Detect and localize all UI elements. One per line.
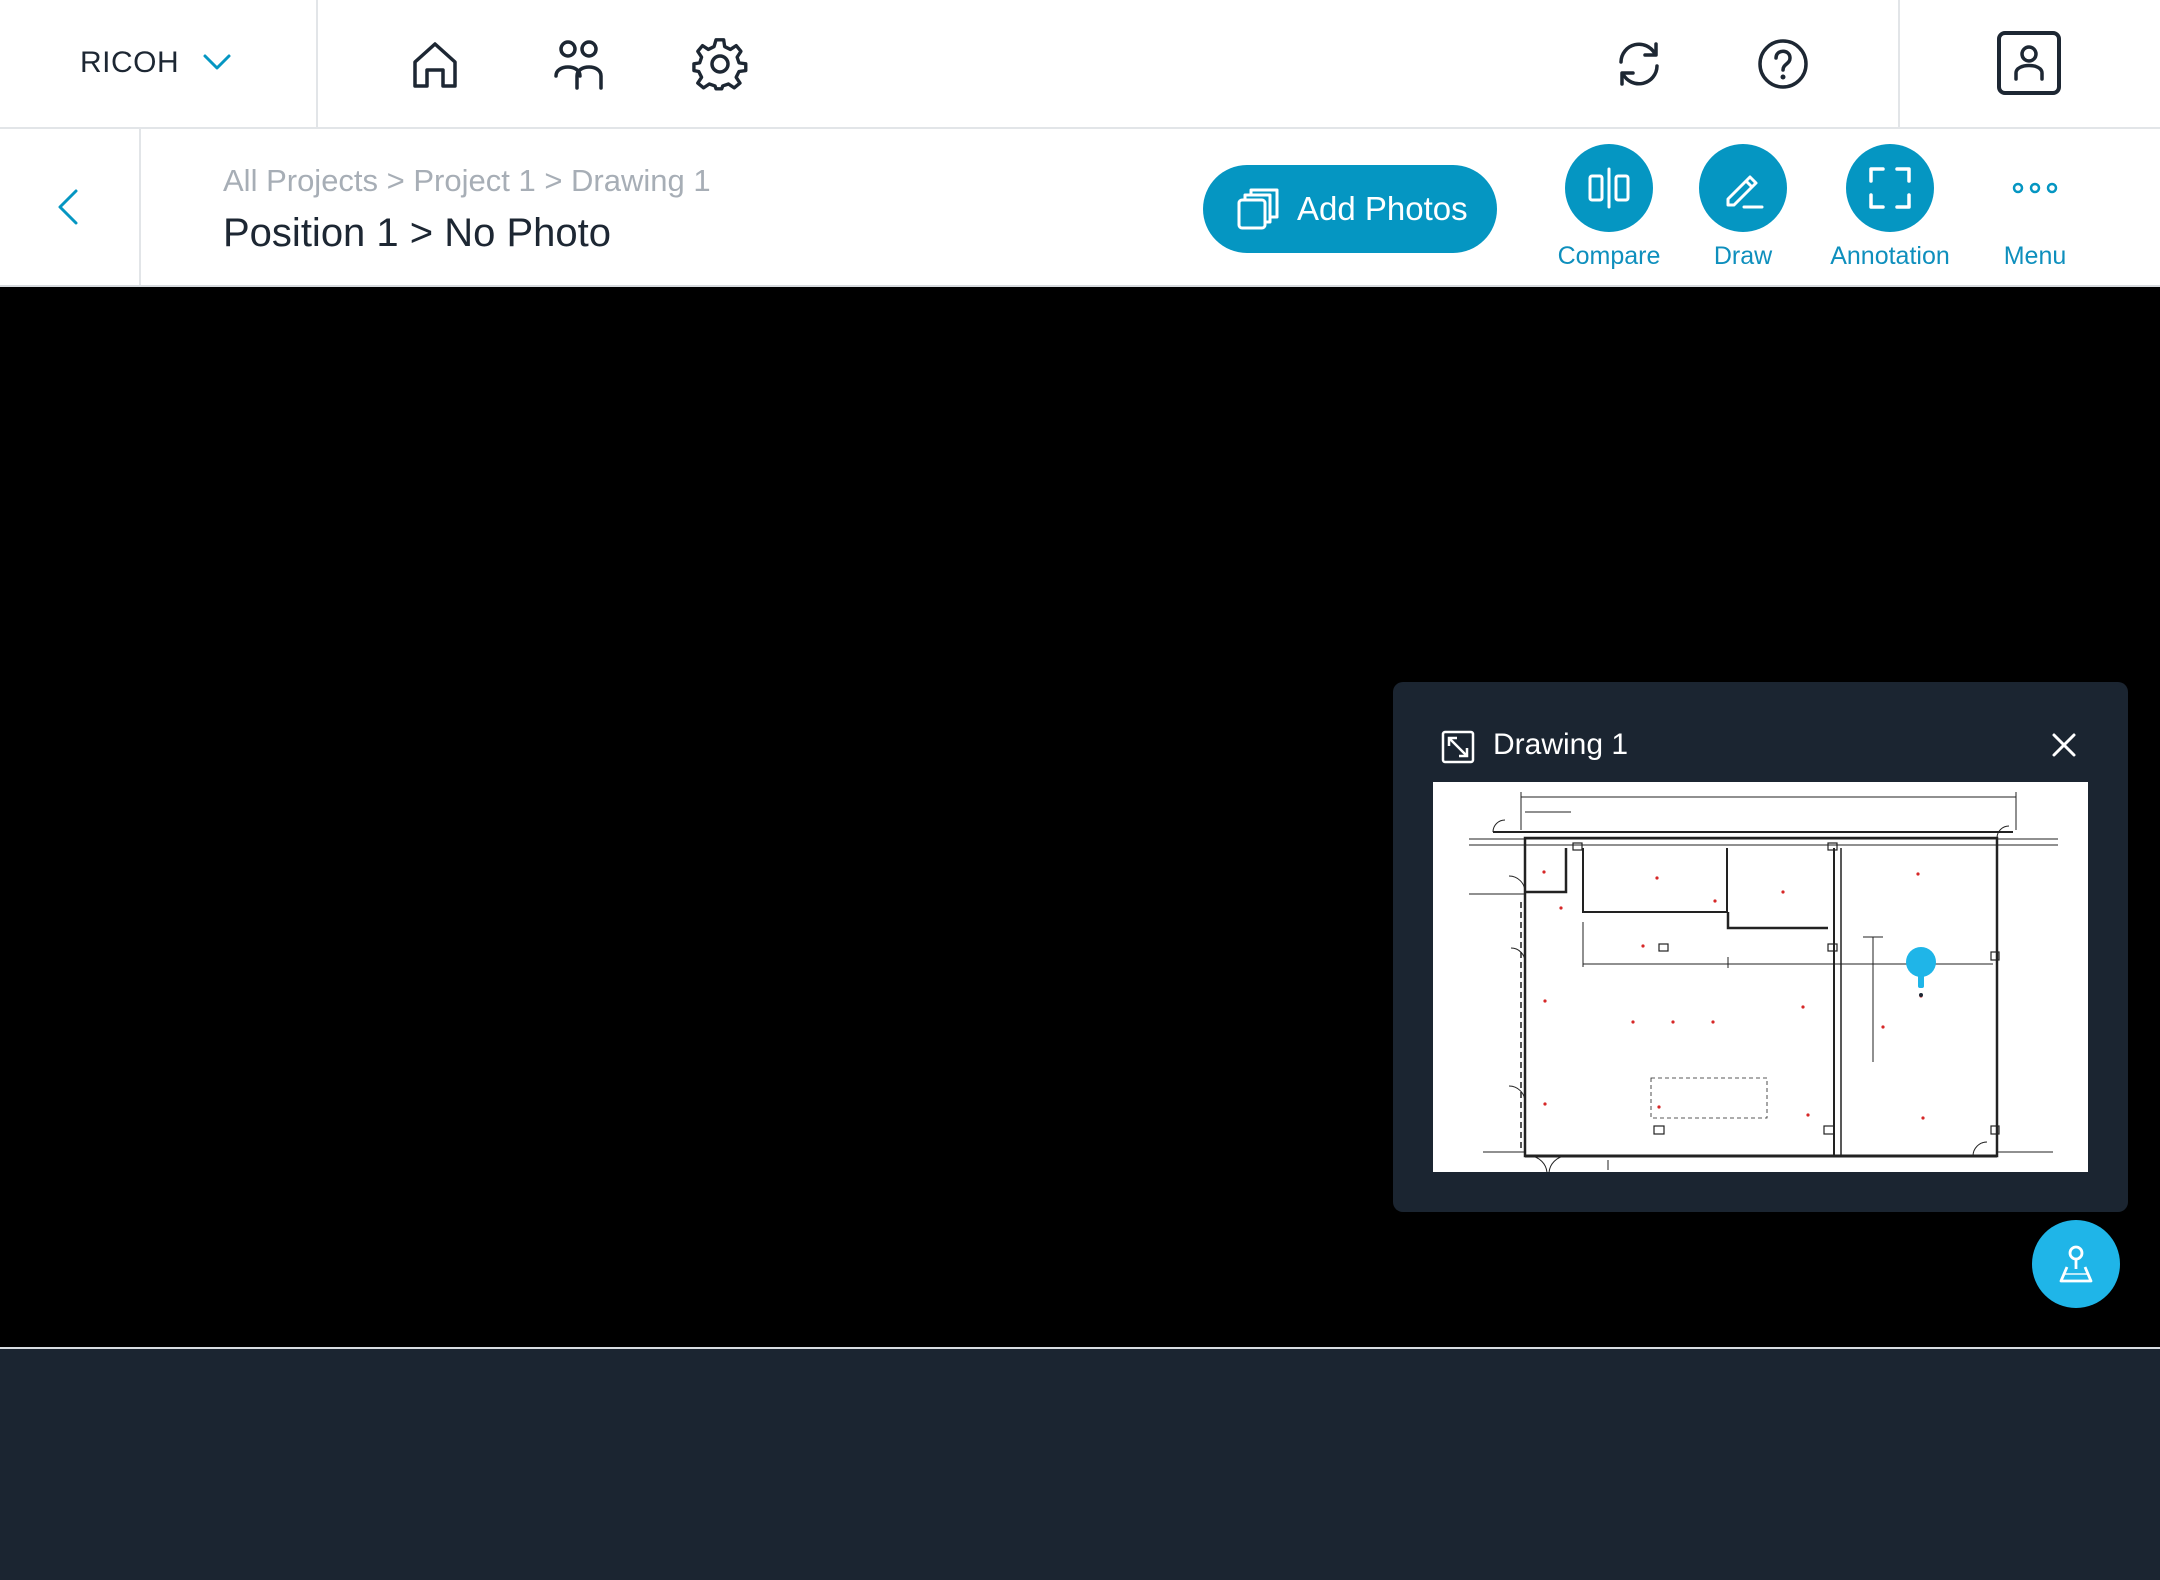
minimap-title: Drawing 1 bbox=[1493, 728, 1629, 761]
expand-icon[interactable] bbox=[1441, 730, 1475, 764]
more-dots-icon bbox=[2012, 180, 2058, 196]
draw-button[interactable]: Draw bbox=[1663, 144, 1823, 274]
sync-icon[interactable] bbox=[1611, 36, 1667, 92]
topbar-divider bbox=[1898, 0, 1900, 128]
drawing-minimap-panel: Drawing 1 bbox=[1393, 682, 2128, 1212]
help-icon[interactable] bbox=[1755, 36, 1811, 92]
map-pin-icon bbox=[2053, 1241, 2099, 1287]
users-icon[interactable] bbox=[551, 36, 607, 92]
draw-label: Draw bbox=[1713, 242, 1773, 270]
menu-label: Menu bbox=[2003, 242, 2067, 270]
close-icon[interactable] bbox=[2051, 732, 2077, 758]
profile-icon[interactable] bbox=[1997, 31, 2061, 95]
compare-icon bbox=[1586, 165, 1632, 211]
annotation-label: Annotation bbox=[1830, 242, 1950, 270]
pencil-icon bbox=[1720, 165, 1766, 211]
breadcrumb[interactable]: All Projects > Project 1 > Drawing 1 bbox=[223, 163, 711, 199]
annotation-frame-icon bbox=[1867, 165, 1913, 211]
position-pin-icon bbox=[1906, 947, 1936, 997]
sub-header: All Projects > Project 1 > Drawing 1 Pos… bbox=[0, 129, 2160, 287]
add-photos-button[interactable]: Add Photos bbox=[1203, 165, 1497, 253]
organization-name: RICOH bbox=[80, 46, 180, 79]
add-photos-label: Add Photos bbox=[1297, 190, 1468, 227]
menu-button[interactable]: Menu bbox=[1955, 144, 2115, 274]
map-toggle-button[interactable] bbox=[2032, 1220, 2120, 1308]
back-button[interactable] bbox=[0, 129, 141, 285]
gear-icon[interactable] bbox=[692, 36, 748, 92]
top-bar: RICOH bbox=[0, 0, 2160, 129]
bottom-panel bbox=[0, 1349, 2160, 1580]
organization-switcher[interactable]: RICOH bbox=[0, 0, 318, 128]
annotation-button[interactable]: Annotation bbox=[1810, 144, 1970, 274]
floor-plan-image[interactable] bbox=[1433, 782, 2088, 1172]
chevron-left-icon bbox=[56, 187, 80, 227]
home-icon[interactable] bbox=[407, 36, 463, 92]
chevron-down-icon bbox=[202, 52, 232, 72]
photos-stack-icon bbox=[1235, 186, 1281, 232]
page-title: Position 1 > No Photo bbox=[223, 211, 612, 255]
